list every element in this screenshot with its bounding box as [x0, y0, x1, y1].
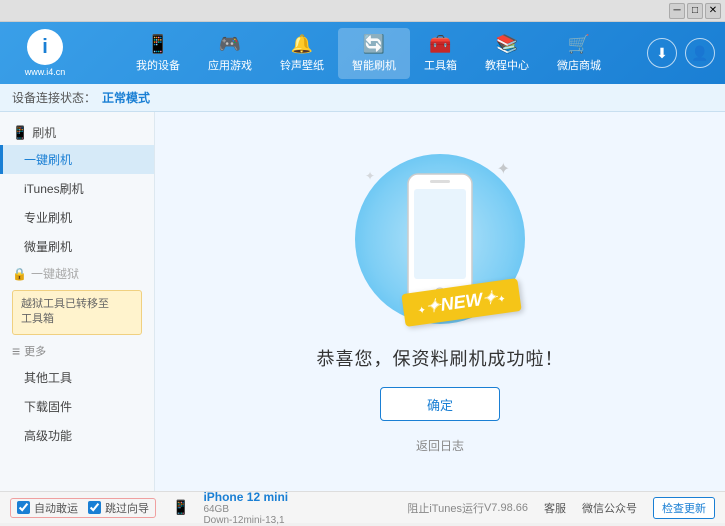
user-button[interactable]: 👤 — [685, 38, 715, 68]
nav-tutorial[interactable]: 📚 教程中心 — [471, 28, 543, 79]
success-content: ✦ ✦ ✦NEW✦ 恭喜您，保资料刷机成功啦！ 确定 返回日志 — [317, 149, 564, 454]
toolbox-icon: 🧰 — [429, 34, 451, 55]
more-label: 更多 — [24, 343, 46, 359]
other-tools-label: 其他工具 — [24, 371, 72, 385]
logo-text: www.i4.cn — [25, 67, 66, 77]
one-click-flash-label: 一键刷机 — [24, 153, 72, 167]
pro-flash-label: 专业刷机 — [24, 211, 72, 225]
apps-icon: 🎮 — [219, 34, 241, 55]
content-area: ✦ ✦ ✦NEW✦ 恭喜您，保资料刷机成功啦！ 确定 返回日志 — [155, 112, 725, 491]
close-button[interactable]: ✕ — [705, 3, 721, 19]
success-text: 恭喜您，保资料刷机成功啦！ — [317, 345, 564, 371]
back-link[interactable]: 返回日志 — [416, 437, 464, 454]
minimize-button[interactable]: ─ — [669, 3, 685, 19]
status-label: 设备连接状态： — [12, 89, 96, 106]
nav-ringtones-label: 铃声壁纸 — [280, 57, 324, 73]
auto-start-checkbox[interactable]: 自动敢运 — [17, 500, 78, 516]
skip-wizard-checkbox[interactable]: 跳过向导 — [88, 500, 149, 516]
nav-weidian-label: 微店商城 — [557, 57, 601, 73]
sidebar: 📱 刷机 一键刷机 iTunes刷机 专业刷机 微量刷机 🔒 一键越狱 越狱工具… — [0, 112, 155, 491]
flash-section-label: 刷机 — [32, 124, 56, 141]
flash-section-icon: 📱 — [12, 125, 28, 141]
download-button[interactable]: ⬇ — [647, 38, 677, 68]
bottom-bar: 自动敢运 跳过向导 📱 iPhone 12 mini 64GB Down-12m… — [0, 491, 725, 523]
smart-flash-icon: 🔄 — [363, 34, 385, 55]
confirm-label: 确定 — [427, 395, 453, 414]
nav-ringtones[interactable]: 🔔 铃声壁纸 — [266, 28, 338, 79]
device-name: iPhone 12 mini — [203, 490, 288, 504]
nav-weidian[interactable]: 🛒 微店商城 — [543, 28, 615, 79]
itunes-flash-label: iTunes刷机 — [24, 182, 84, 196]
checkbox-group: 自动敢运 跳过向导 — [10, 498, 156, 518]
sidebar-item-advanced[interactable]: 高级功能 — [0, 421, 154, 450]
version-text: V7.98.66 — [484, 502, 528, 514]
main-content: 📱 刷机 一键刷机 iTunes刷机 专业刷机 微量刷机 🔒 一键越狱 越狱工具… — [0, 112, 725, 491]
nav-smart-flash-label: 智能刷机 — [352, 57, 396, 73]
bottom-right: V7.98.66 客服 微信公众号 检查更新 — [484, 497, 715, 519]
header-right: ⬇ 👤 — [647, 38, 715, 68]
skip-wizard-label: 跳过向导 — [105, 500, 149, 516]
header: i www.i4.cn 📱 我的设备 🎮 应用游戏 🔔 铃声壁纸 🔄 智能刷机 … — [0, 22, 725, 84]
advanced-label: 高级功能 — [24, 429, 72, 443]
jailbreak-label: 一键越狱 — [31, 265, 79, 282]
status-bar: 设备连接状态： 正常模式 — [0, 84, 725, 112]
ringtones-icon: 🔔 — [291, 34, 313, 55]
sidebar-jailbreak-header: 🔒 一键越狱 — [0, 261, 154, 286]
logo-icon: i — [27, 29, 63, 65]
jailbreak-note: 越狱工具已转移至工具箱 — [12, 290, 142, 335]
update-button[interactable]: 检查更新 — [653, 497, 715, 519]
sparkle2-icon: ✦ — [365, 169, 375, 183]
nav-my-device-label: 我的设备 — [136, 57, 180, 73]
nav-bar: 📱 我的设备 🎮 应用游戏 🔔 铃声壁纸 🔄 智能刷机 🧰 工具箱 📚 教程中心… — [100, 28, 637, 79]
nav-my-device[interactable]: 📱 我的设备 — [122, 28, 194, 79]
nav-apps-label: 应用游戏 — [208, 57, 252, 73]
sidebar-item-itunes-flash[interactable]: iTunes刷机 — [0, 174, 154, 203]
jailbreak-lock-icon: 🔒 — [12, 267, 27, 281]
device-icon: 📱 — [172, 499, 189, 516]
service-link[interactable]: 客服 — [544, 500, 566, 516]
data-flash-label: 微量刷机 — [24, 240, 72, 254]
update-label: 检查更新 — [662, 503, 706, 515]
sparkles-icon: ✦ — [497, 159, 510, 179]
sidebar-item-download-firmware[interactable]: 下载固件 — [0, 392, 154, 421]
tutorial-icon: 📚 — [496, 34, 518, 55]
confirm-button[interactable]: 确定 — [380, 387, 500, 421]
auto-start-label: 自动敢运 — [34, 500, 78, 516]
sidebar-item-pro-flash[interactable]: 专业刷机 — [0, 203, 154, 232]
skip-wizard-input[interactable] — [88, 501, 101, 514]
nav-toolbox-label: 工具箱 — [424, 57, 457, 73]
logo-area[interactable]: i www.i4.cn — [10, 29, 80, 77]
itunes-running-label: 阻止iTunes运行 — [407, 500, 484, 516]
wechat-link[interactable]: 微信公众号 — [582, 500, 637, 516]
sidebar-more-header: 更多 — [0, 339, 154, 363]
bottom-left: 自动敢运 跳过向导 📱 iPhone 12 mini 64GB Down-12m… — [10, 490, 395, 526]
nav-apps-games[interactable]: 🎮 应用游戏 — [194, 28, 266, 79]
phone-illustration: ✦ ✦ ✦NEW✦ — [350, 149, 530, 329]
auto-start-input[interactable] — [17, 501, 30, 514]
my-device-icon: 📱 — [147, 34, 169, 55]
status-value: 正常模式 — [102, 89, 150, 106]
sidebar-item-other-tools[interactable]: 其他工具 — [0, 363, 154, 392]
download-firmware-label: 下载固件 — [24, 400, 72, 414]
device-info: iPhone 12 mini 64GB Down-12mini-13,1 — [203, 490, 288, 526]
sidebar-item-one-click-flash[interactable]: 一键刷机 — [0, 145, 154, 174]
sidebar-flash-header: 📱 刷机 — [0, 120, 154, 145]
sidebar-item-data-flash[interactable]: 微量刷机 — [0, 232, 154, 261]
nav-smart-flash[interactable]: 🔄 智能刷机 — [338, 28, 410, 79]
weidian-icon: 🛒 — [568, 34, 590, 55]
nav-toolbox[interactable]: 🧰 工具箱 — [410, 28, 471, 79]
nav-tutorial-label: 教程中心 — [485, 57, 529, 73]
title-bar: ─ □ ✕ — [0, 0, 725, 22]
maximize-button[interactable]: □ — [687, 3, 703, 19]
device-storage: 64GB Down-12mini-13,1 — [203, 504, 288, 526]
